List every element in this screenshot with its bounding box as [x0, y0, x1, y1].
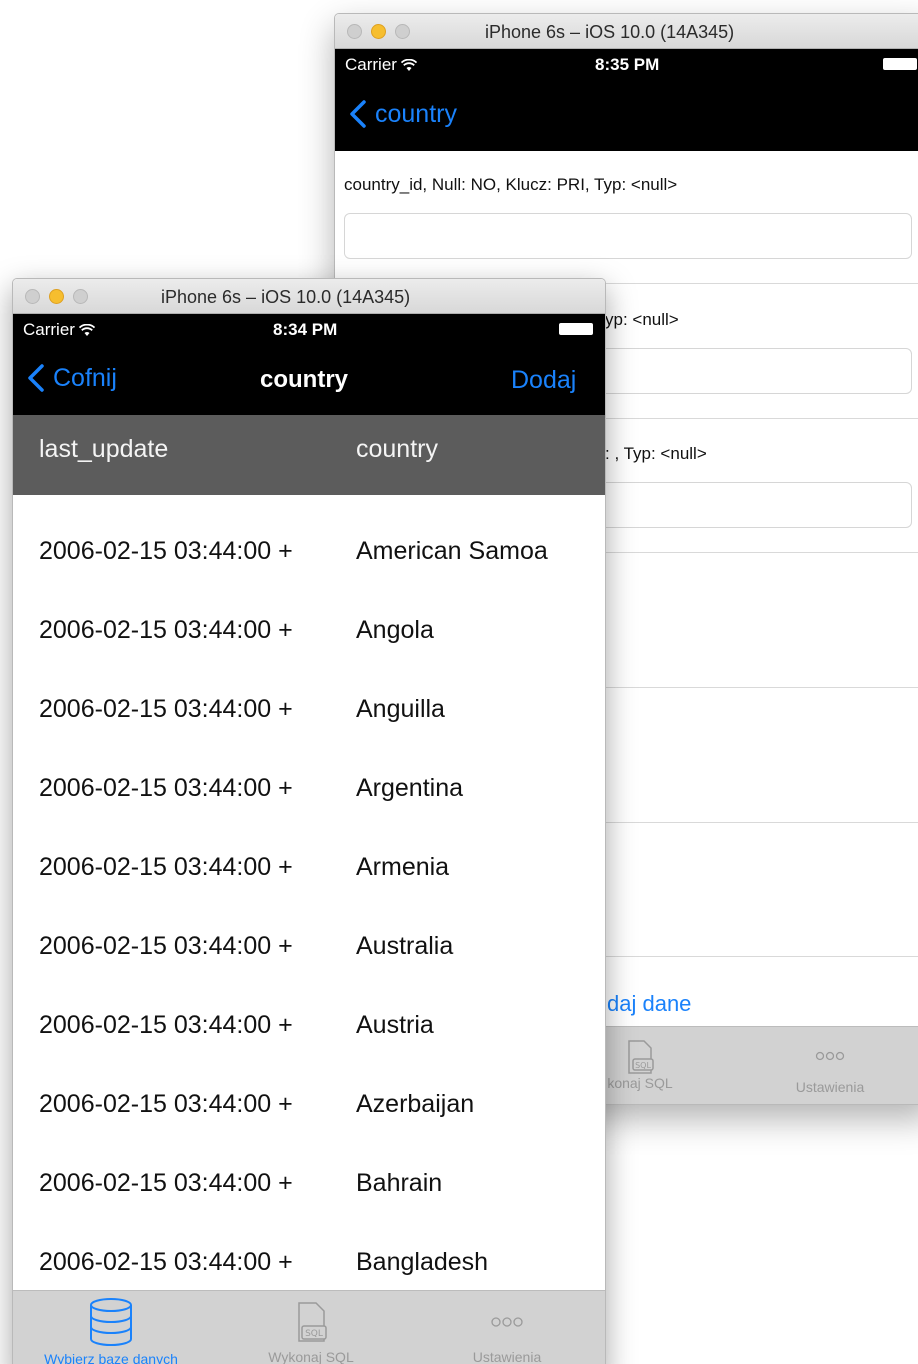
table-row[interactable]: 2006-02-15 03:44:00 + Bahrain	[13, 1127, 605, 1206]
svg-text:SQL: SQL	[635, 1061, 651, 1070]
carrier-label: Carrier	[345, 55, 397, 74]
tab-settings[interactable]: Ustawienia	[770, 1045, 890, 1095]
cell-last-update: 2006-02-15 03:44:00 +	[39, 616, 293, 644]
table-row[interactable]: 2006-02-15 03:44:00 + Australia	[13, 890, 605, 969]
nav-title: country	[260, 366, 349, 393]
carrier-indicator: Carrier	[345, 55, 417, 75]
add-button[interactable]: Dodaj	[511, 366, 576, 395]
zoom-button[interactable]	[395, 24, 410, 39]
table-row[interactable]: 2006-02-15 03:44:00 + Argentina	[13, 732, 605, 811]
carrier-label: Carrier	[23, 320, 75, 339]
battery-icon	[559, 323, 593, 335]
cell-last-update: 2006-02-15 03:44:00 +	[39, 1090, 293, 1118]
cell-last-update: 2006-02-15 03:44:00 +	[39, 853, 293, 881]
cell-country: Australia	[356, 932, 454, 960]
cell-country: Austria	[356, 1011, 434, 1039]
back-button[interactable]: Cofnij	[25, 363, 117, 393]
wifi-icon	[78, 323, 95, 336]
column-header-country[interactable]: country	[356, 435, 438, 464]
cell-country: Anguilla	[356, 695, 445, 723]
table-header: last_update country	[13, 415, 605, 495]
window-controls	[347, 24, 410, 39]
wifi-icon	[400, 58, 417, 71]
table-body: 2006-02-15 03:44:00 + American Samoa 200…	[13, 495, 605, 1285]
window-title: iPhone 6s – iOS 10.0 (14A345)	[485, 22, 735, 42]
cell-country: Armenia	[356, 853, 450, 881]
close-button[interactable]	[25, 289, 40, 304]
column-header-last-update[interactable]: last_update	[39, 435, 168, 464]
table-row[interactable]: 2006-02-15 03:44:00 + Azerbaijan	[13, 1048, 605, 1127]
cell-last-update: 2006-02-15 03:44:00 +	[39, 774, 293, 802]
tab-select-database[interactable]: Wybierz bazę danych	[21, 1297, 201, 1364]
minimize-button[interactable]	[49, 289, 64, 304]
back-button-label: Cofnij	[53, 363, 117, 392]
chevron-left-icon	[350, 100, 366, 128]
table-row[interactable]: 2006-02-15 03:44:00 + Austria	[13, 969, 605, 1048]
window-titlebar[interactable]: iPhone 6s – iOS 10.0 (14A345)	[335, 14, 918, 49]
cell-country: Argentina	[356, 774, 464, 802]
more-icon	[491, 1317, 523, 1327]
tab-settings[interactable]: Ustawienia	[447, 1311, 567, 1364]
table-row[interactable]: 2006-02-15 03:44:00 + Bangladesh	[13, 1206, 605, 1285]
status-bar: Carrier 8:35 PM	[335, 49, 918, 79]
cell-last-update: 2006-02-15 03:44:00 +	[39, 1011, 293, 1039]
cell-country: Azerbaijan	[356, 1090, 475, 1118]
cell-last-update: 2006-02-15 03:44:00 +	[39, 1169, 293, 1197]
table-row[interactable]: 2006-02-15 03:44:00 + American Samoa	[13, 495, 605, 574]
cell-country: Bangladesh	[356, 1248, 489, 1276]
window-title: iPhone 6s – iOS 10.0 (14A345)	[161, 287, 411, 307]
field-label-country-id: country_id, Null: NO, Klucz: PRI, Typ: <…	[344, 175, 678, 194]
status-time: 8:35 PM	[595, 55, 660, 74]
minimize-button[interactable]	[371, 24, 386, 39]
sql-icon: SQL	[298, 1302, 327, 1342]
table-row[interactable]: 2006-02-15 03:44:00 + Anguilla	[13, 653, 605, 732]
tab-label: Wybierz bazę danych	[44, 1351, 178, 1364]
carrier-indicator: Carrier	[23, 320, 95, 340]
navigation-bar: country	[335, 79, 918, 151]
tab-label: Wykonaj SQL	[268, 1349, 354, 1364]
cell-last-update: 2006-02-15 03:44:00 +	[39, 695, 293, 723]
svg-text:SQL: SQL	[305, 1329, 323, 1339]
more-icon	[815, 1051, 845, 1061]
field-label-country: yp: <null>	[605, 310, 679, 329]
status-bar: Carrier 8:34 PM	[13, 314, 605, 344]
back-button[interactable]: country	[347, 99, 457, 129]
sql-icon: SQL	[628, 1040, 654, 1074]
database-icon	[90, 1298, 132, 1346]
close-button[interactable]	[347, 24, 362, 39]
tab-label: konaj SQL	[607, 1075, 673, 1091]
tab-label: Ustawienia	[472, 1349, 542, 1364]
cell-country: Angola	[356, 616, 434, 644]
cell-last-update: 2006-02-15 03:44:00 +	[39, 537, 293, 565]
cell-country: American Samoa	[356, 537, 548, 565]
zoom-button[interactable]	[73, 289, 88, 304]
window-controls	[25, 289, 88, 304]
input-country-id[interactable]	[344, 213, 912, 259]
table-row[interactable]: 2006-02-15 03:44:00 + Armenia	[13, 811, 605, 890]
chevron-left-icon	[28, 364, 44, 392]
battery-icon	[883, 58, 917, 70]
cell-last-update: 2006-02-15 03:44:00 +	[39, 932, 293, 960]
simulator-window-front: iPhone 6s – iOS 10.0 (14A345) Carrier 8:…	[12, 278, 606, 1364]
cell-last-update: 2006-02-15 03:44:00 +	[39, 1248, 293, 1276]
cell-country: Bahrain	[356, 1169, 443, 1197]
status-time: 8:34 PM	[273, 320, 338, 339]
tab-bar: Wybierz bazę danych SQL Wykonaj SQL Usta…	[13, 1290, 605, 1364]
add-data-link[interactable]: daj dane	[607, 991, 691, 1017]
navigation-bar: Cofnij country Dodaj	[13, 344, 605, 415]
tab-execute-sql[interactable]: SQL Wykonaj SQL	[251, 1301, 371, 1364]
table-row[interactable]: 2006-02-15 03:44:00 + Angola	[13, 574, 605, 653]
tab-label: Ustawienia	[795, 1079, 865, 1095]
window-titlebar[interactable]: iPhone 6s – iOS 10.0 (14A345)	[13, 279, 605, 314]
back-button-label: country	[375, 99, 457, 128]
field-label-last-update: : , Typ: <null>	[605, 444, 707, 463]
